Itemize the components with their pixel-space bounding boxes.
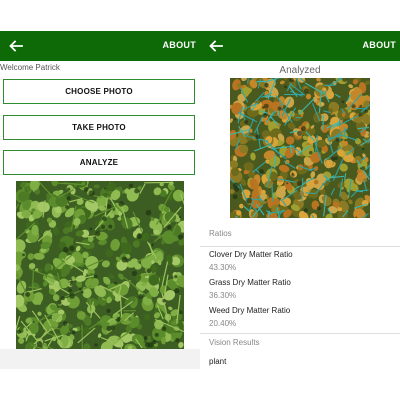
ratios-header: Ratios [209,229,232,238]
divider [200,246,400,247]
arrow-left-icon[interactable] [208,38,224,54]
selected-photo [16,181,184,349]
vision-result-item: plant [209,357,227,366]
vision-results-header: Vision Results [209,338,260,347]
app-bar: ABOUT [200,31,400,61]
list-item: Weed Dry Matter Ratio 20.40% [209,306,394,328]
ratio-name: Clover Dry Matter Ratio [209,250,293,259]
divider [200,333,400,334]
analyzed-photo [230,78,370,218]
bottom-spacer [0,349,200,369]
app-bar: ABOUT [0,31,200,61]
about-button[interactable]: ABOUT [163,40,197,50]
bottom-spacer [200,368,400,400]
page-title: Analyzed [279,65,321,76]
ratio-name: Weed Dry Matter Ratio [209,306,291,315]
take-photo-button[interactable]: TAKE PHOTO [3,115,195,140]
upload-screen: ABOUT Welcome Patrick CHOOSE PHOTO TAKE … [0,0,200,400]
arrow-left-icon[interactable] [8,38,24,54]
analyze-button[interactable]: ANALYZE [3,150,195,175]
list-item: Clover Dry Matter Ratio 43.30% [209,250,394,272]
ratio-name: Grass Dry Matter Ratio [209,278,291,287]
ratio-value: 20.40% [209,319,237,328]
welcome-text: Welcome Patrick [0,63,60,72]
results-screen: ABOUT Analyzed Ratios Clover Dry Matter … [200,0,400,400]
ratio-value: 36.30% [209,291,237,300]
ratio-value: 43.30% [209,263,237,272]
choose-photo-button[interactable]: CHOOSE PHOTO [3,79,195,104]
segmented-pasture-image [230,78,370,218]
list-item: Grass Dry Matter Ratio 36.30% [209,278,394,300]
about-button[interactable]: ABOUT [363,40,397,50]
pasture-photo-image [16,181,184,349]
app-stage: ABOUT Welcome Patrick CHOOSE PHOTO TAKE … [0,0,400,400]
